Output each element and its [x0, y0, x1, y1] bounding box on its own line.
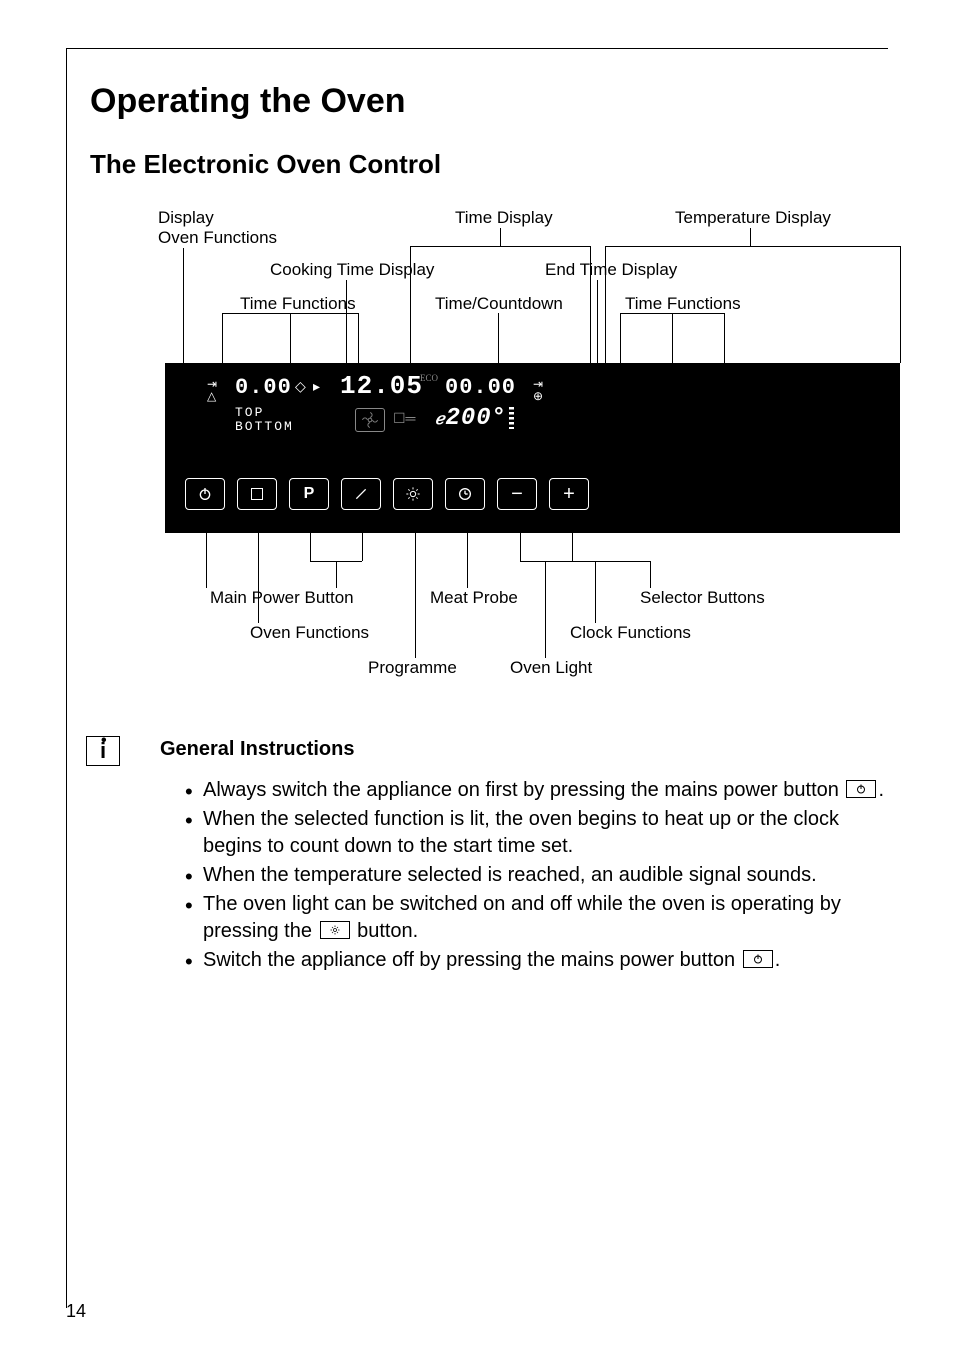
instruction-3: When the temperature selected is reached…	[185, 862, 885, 889]
instruction-4: The oven light can be switched on and of…	[185, 891, 885, 945]
label-oven-light: Oven Light	[510, 658, 592, 678]
section-subtitle: The Electronic Oven Control	[90, 149, 880, 180]
programme-button[interactable]: P	[289, 478, 329, 510]
instruction-2: When the selected function is lit, the o…	[185, 806, 885, 860]
label-time-functions-left: Time Functions	[240, 294, 356, 314]
power-icon	[846, 780, 876, 798]
fan-icon	[355, 408, 385, 432]
oven-functions-button[interactable]	[237, 478, 277, 510]
instruction-1: Always switch the appliance on first by …	[185, 777, 885, 804]
general-instructions-header: General Instructions	[160, 738, 880, 761]
label-meat-probe: Meat Probe	[430, 588, 518, 608]
label-oven-functions-top: Oven Functions	[158, 228, 277, 248]
label-clock-functions: Clock Functions	[570, 623, 691, 643]
diamond-icon: ◇	[295, 379, 306, 396]
label-time-countdown: Time/Countdown	[435, 294, 563, 314]
oven-control-panel: ⇥△ ⇥⊕ 0.00 ◇ ▸ 12.05 ECO 00.00 TOP BOTTO…	[165, 363, 900, 533]
instruction-5: Switch the appliance off by pressing the…	[185, 947, 885, 974]
info-icon: i•	[86, 736, 120, 766]
main-power-button[interactable]	[185, 478, 225, 510]
label-end-time-display: End Time Display	[545, 260, 677, 280]
label-temp-display: Temperature Display	[675, 208, 831, 228]
page-number: 14	[66, 1301, 86, 1322]
meat-probe-button[interactable]	[341, 478, 381, 510]
label-selector-buttons: Selector Buttons	[640, 588, 765, 608]
temp-bar-icon	[509, 407, 514, 429]
plus-button[interactable]: +	[549, 478, 589, 510]
page-title: Operating the Oven	[90, 82, 880, 121]
temperature-value: ℯ200°	[435, 405, 507, 432]
clock-functions-button[interactable]	[445, 478, 485, 510]
control-panel-diagram: Display Oven Functions Time Display Temp…	[110, 208, 900, 708]
label-display: Display	[158, 208, 214, 228]
oven-light-button[interactable]	[393, 478, 433, 510]
timer-start-icon: ⇥△	[207, 378, 217, 402]
light-icon	[320, 921, 350, 939]
minus-button[interactable]: −	[497, 478, 537, 510]
power-icon	[743, 950, 773, 968]
end-time-value: 00.00	[445, 375, 516, 400]
clock-value: 12.05	[340, 371, 423, 401]
timer-end-icon: ⇥⊕	[533, 378, 543, 402]
eco-label: ECO	[420, 373, 438, 383]
label-main-power: Main Power Button	[210, 588, 354, 608]
mode-bottom: BOTTOM	[235, 419, 294, 434]
mode-top: TOP	[235, 405, 264, 420]
label-time-display: Time Display	[455, 208, 553, 228]
arrow-icon: ▸	[313, 379, 320, 396]
label-time-functions-right: Time Functions	[625, 294, 741, 314]
instructions-list: Always switch the appliance on first by …	[185, 777, 885, 974]
label-oven-functions: Oven Functions	[250, 623, 369, 643]
heat-icon: ☐═	[393, 411, 415, 428]
label-programme: Programme	[368, 658, 457, 678]
cooking-time-value: 0.00	[235, 375, 292, 400]
